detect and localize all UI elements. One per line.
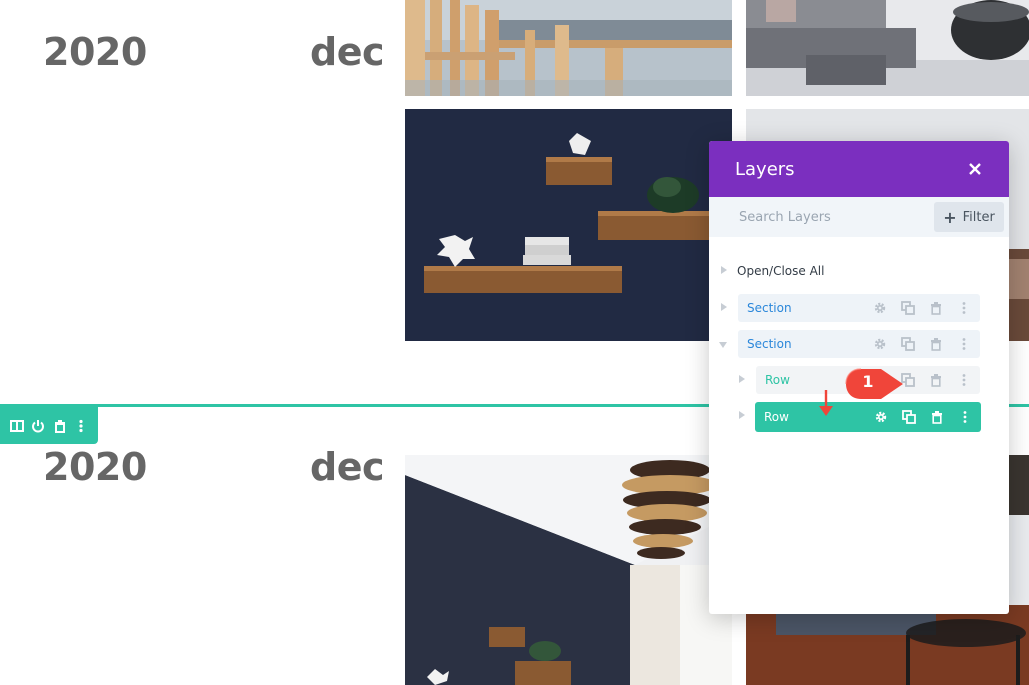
columns-icon[interactable] bbox=[9, 418, 25, 434]
search-input[interactable] bbox=[739, 209, 919, 225]
more-icon[interactable] bbox=[956, 300, 972, 316]
layer-actions bbox=[872, 300, 972, 316]
gear-icon[interactable] bbox=[872, 300, 888, 316]
dining-table-image bbox=[405, 0, 732, 96]
more-icon[interactable] bbox=[956, 336, 972, 352]
post-year: 2020 bbox=[43, 30, 147, 74]
power-icon[interactable] bbox=[30, 418, 46, 434]
layer-actions bbox=[872, 336, 972, 352]
more-icon[interactable] bbox=[73, 418, 89, 434]
trash-icon[interactable] bbox=[928, 336, 944, 352]
filter-button[interactable]: + Filter bbox=[934, 202, 1004, 232]
layer-actions bbox=[873, 409, 973, 425]
layer-section[interactable]: Section bbox=[738, 330, 980, 358]
duplicate-icon[interactable] bbox=[900, 300, 916, 316]
gear-icon[interactable] bbox=[873, 409, 889, 425]
arrow-down-icon bbox=[819, 390, 833, 416]
post-year: 2020 bbox=[43, 445, 147, 489]
trash-icon[interactable] bbox=[929, 409, 945, 425]
trash-icon[interactable] bbox=[928, 372, 944, 388]
plus-icon: + bbox=[943, 207, 957, 227]
layer-label: Section bbox=[747, 301, 792, 315]
shelves-image bbox=[405, 109, 732, 341]
trash-icon[interactable] bbox=[52, 418, 68, 434]
layer-label: Row bbox=[764, 410, 789, 424]
duplicate-icon[interactable] bbox=[901, 409, 917, 425]
post-month: dec bbox=[310, 445, 385, 489]
layers-header: Layers bbox=[709, 141, 1009, 197]
post-month: dec bbox=[310, 30, 385, 74]
trash-icon[interactable] bbox=[928, 300, 944, 316]
filter-label: Filter bbox=[962, 209, 995, 225]
row-toolbar bbox=[0, 407, 98, 444]
expand-toggle-icon[interactable] bbox=[739, 411, 745, 419]
duplicate-icon[interactable] bbox=[900, 336, 916, 352]
expand-toggle-icon[interactable] bbox=[721, 303, 727, 311]
open-close-all-link[interactable]: Open/Close All bbox=[737, 264, 824, 278]
layers-search-bar: + Filter bbox=[709, 197, 1009, 237]
step-badge-number: 1 bbox=[862, 372, 874, 391]
chandelier-room-image bbox=[405, 455, 732, 685]
sofa-image bbox=[746, 0, 1029, 96]
layer-row-active[interactable]: Row bbox=[755, 402, 981, 432]
layer-label: Section bbox=[747, 337, 792, 351]
more-icon[interactable] bbox=[956, 372, 972, 388]
more-icon[interactable] bbox=[957, 409, 973, 425]
expand-toggle-icon[interactable] bbox=[721, 266, 727, 274]
close-icon[interactable] bbox=[965, 159, 985, 179]
gear-icon[interactable] bbox=[872, 336, 888, 352]
collapse-toggle-icon[interactable] bbox=[719, 342, 727, 348]
layer-section[interactable]: Section bbox=[738, 294, 980, 322]
layer-label: Row bbox=[765, 373, 790, 387]
expand-toggle-icon[interactable] bbox=[739, 375, 745, 383]
layers-title: Layers bbox=[735, 158, 795, 180]
